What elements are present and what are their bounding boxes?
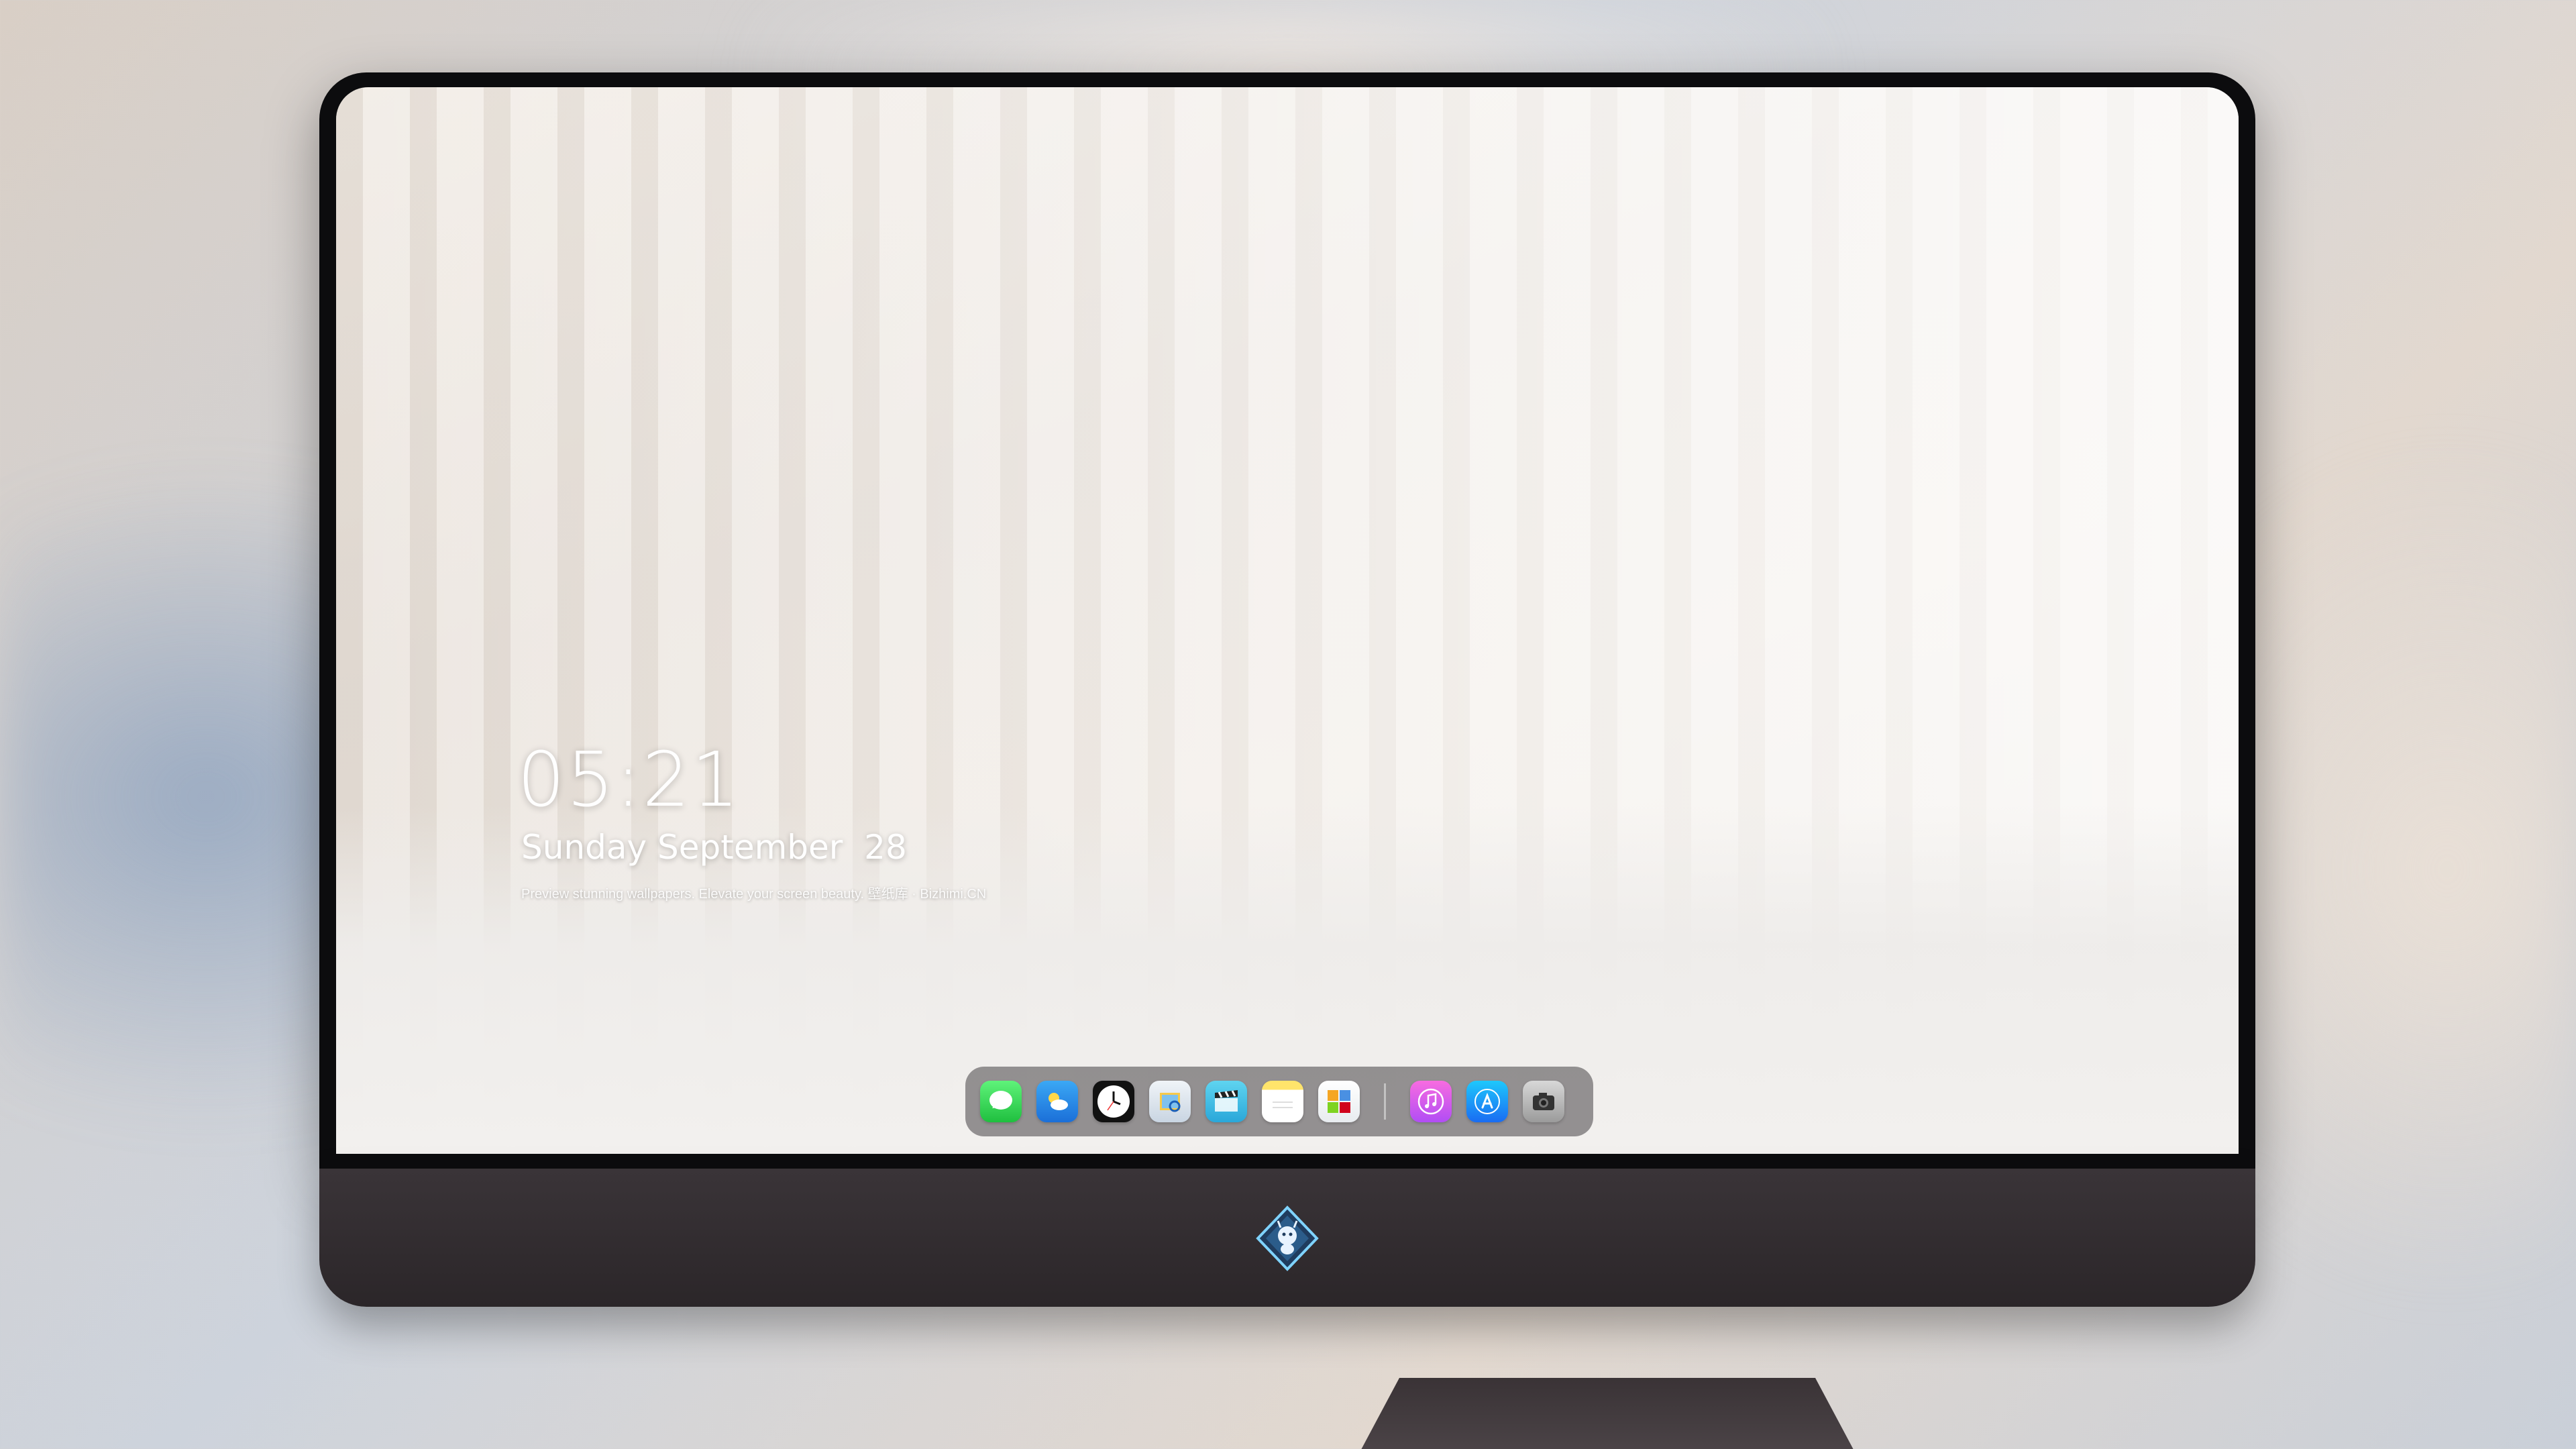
lock-screen-date: Sunday September 28 [521, 828, 907, 867]
photos-icon[interactable] [1318, 1081, 1360, 1122]
wallpaper-caption: Preview stunning wallpapers. Elevate you… [521, 887, 987, 902]
messages-icon[interactable] [980, 1081, 1022, 1122]
monitor-bezel: 05:21 Sunday September 28 Preview stunni… [319, 72, 2255, 1169]
weather-icon[interactable] [1036, 1081, 1078, 1122]
preview-icon[interactable] [1149, 1081, 1191, 1122]
monitor: 05:21 Sunday September 28 Preview stunni… [319, 72, 2255, 1449]
music-note-icon[interactable] [1410, 1081, 1452, 1122]
app-store-icon[interactable] [1466, 1081, 1508, 1122]
monitor-stand [1361, 1378, 1854, 1449]
notes-icon[interactable] [1262, 1081, 1303, 1122]
dragon-logo-icon [1256, 1205, 1319, 1271]
dock [965, 1067, 1593, 1136]
dock-separator [1384, 1083, 1386, 1120]
camera-icon[interactable] [1523, 1081, 1564, 1122]
monitor-chin [319, 1169, 2255, 1307]
clapperboard-icon[interactable] [1205, 1081, 1247, 1122]
desktop-screen: 05:21 Sunday September 28 Preview stunni… [336, 87, 2239, 1154]
lock-screen-time: 05:21 [517, 737, 741, 824]
clock-icon[interactable] [1093, 1081, 1134, 1122]
